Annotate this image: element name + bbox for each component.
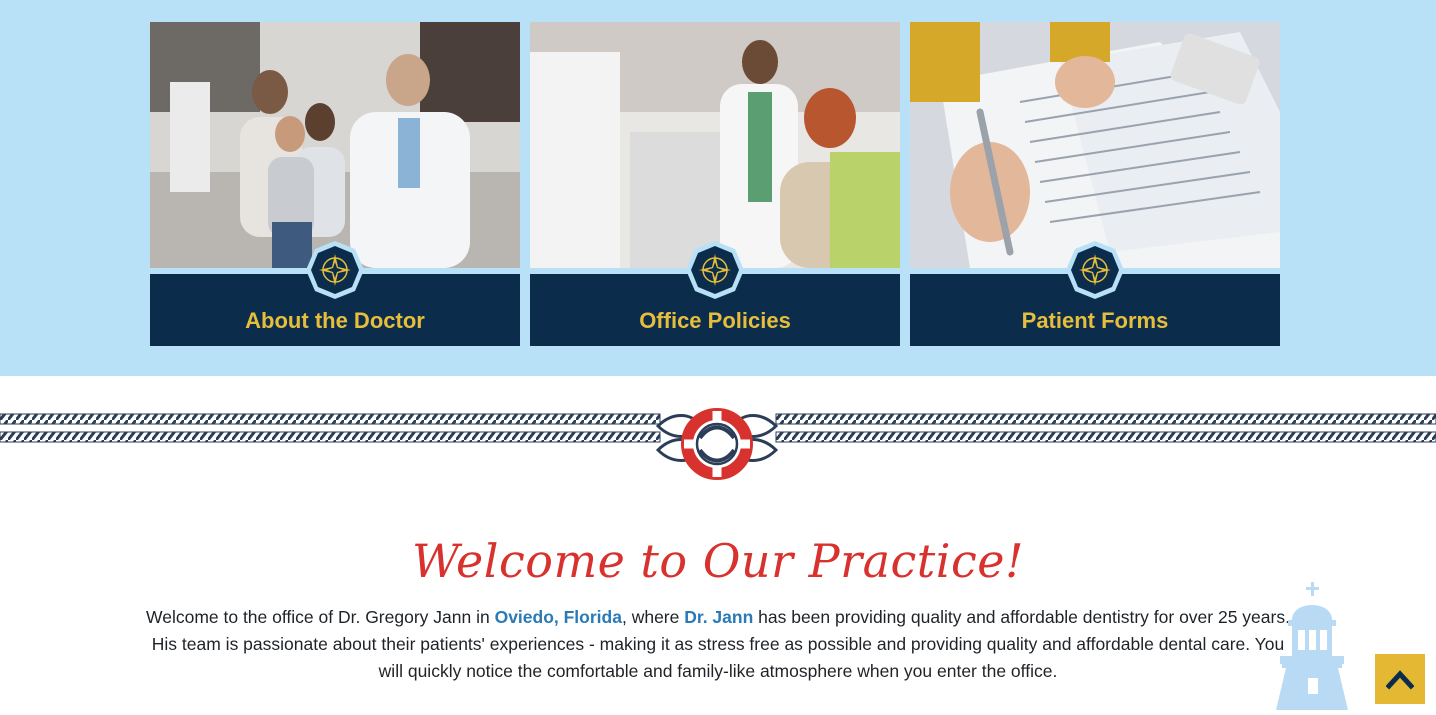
- card-label[interactable]: About the Doctor: [150, 308, 520, 334]
- welcome-intro: Welcome to the office of Dr. Gregory Jan…: [144, 604, 1292, 685]
- card-label[interactable]: Office Policies: [530, 308, 900, 334]
- next-paragraph-fade: [170, 698, 1270, 710]
- compass-icon: [305, 240, 365, 300]
- card-office-policies[interactable]: Office Policies: [530, 22, 900, 346]
- chevron-up-icon: [1386, 670, 1414, 690]
- doctor-family-photo: [150, 22, 520, 268]
- dental-office-photo: [530, 22, 900, 268]
- compass-icon: [1065, 240, 1125, 300]
- dr-jann-link[interactable]: Dr. Jann: [684, 607, 753, 627]
- welcome-heading: Welcome to Our Practice!: [412, 534, 1024, 588]
- card-label[interactable]: Patient Forms: [910, 308, 1280, 334]
- card-patient-forms[interactable]: Patient Forms: [910, 22, 1280, 346]
- compass-icon: [685, 240, 745, 300]
- card-about-the-doctor[interactable]: About the Doctor: [150, 22, 520, 346]
- forms-writing-photo: [910, 22, 1280, 268]
- rope-divider: [0, 408, 1436, 480]
- intro-text: , where: [621, 607, 685, 627]
- lighthouse-icon: [1262, 580, 1362, 710]
- oviedo-florida-link[interactable]: Oviedo, Florida: [495, 607, 622, 627]
- featured-cards-section: About the Doctor Office Policies Patient…: [0, 0, 1436, 376]
- back-to-top-button[interactable]: [1375, 654, 1425, 704]
- intro-text: Welcome to the office of Dr. Gregory Jan…: [146, 607, 495, 627]
- life-ring-icon: [655, 408, 779, 480]
